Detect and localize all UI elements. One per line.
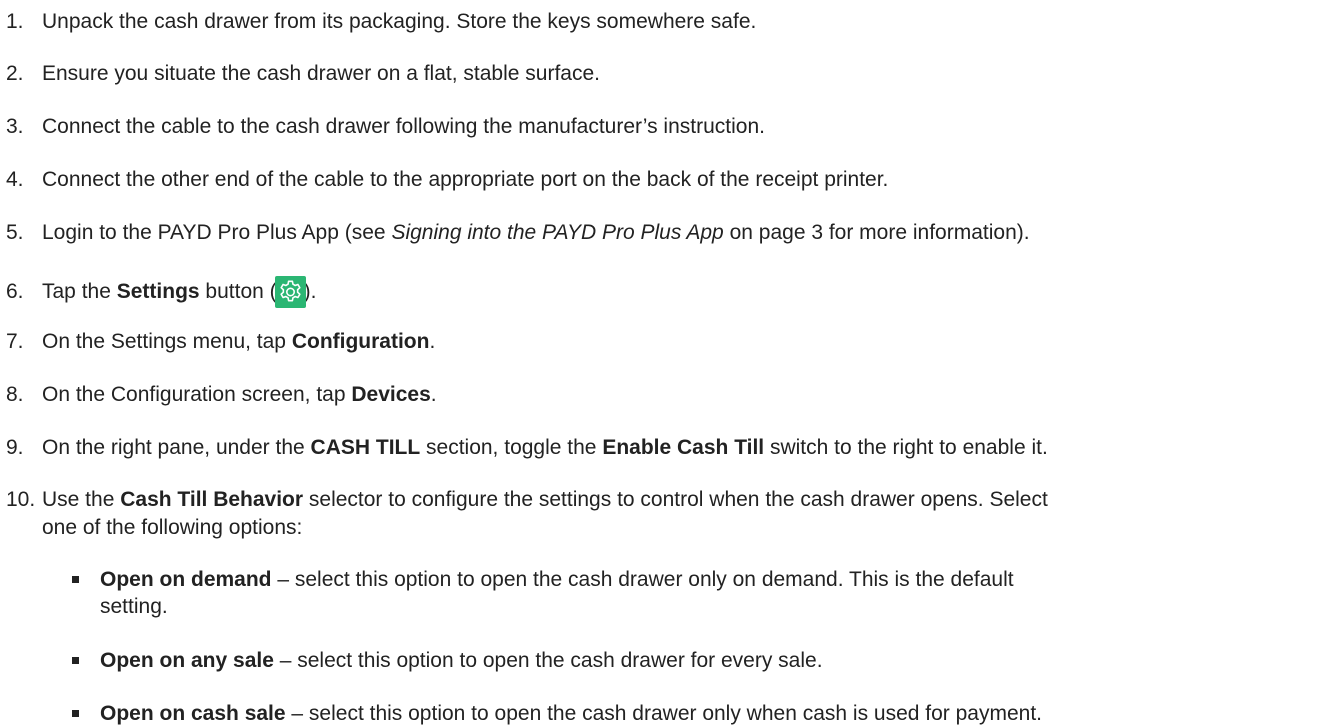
step-10-continuation: one of the following options: bbox=[42, 514, 1332, 541]
step-number: 10. bbox=[6, 488, 36, 511]
step-10: 10. Use the Cash Till Behavior selector t… bbox=[6, 486, 1048, 513]
step-number: 7. bbox=[6, 330, 24, 353]
option-open-on-any-sale: Open on any sale – select this option to… bbox=[72, 647, 1320, 674]
step-number: 3. bbox=[6, 115, 24, 138]
step-text-mid: section, toggle the bbox=[420, 436, 603, 459]
option-open-on-cash-sale: Open on cash sale – select this option t… bbox=[72, 700, 1320, 727]
step-number: 5. bbox=[6, 221, 24, 244]
cash-till-behavior-label: Cash Till Behavior bbox=[120, 488, 304, 511]
step-text-post: . bbox=[430, 383, 437, 406]
step-6: 6. Tap the Settings button (). bbox=[6, 276, 316, 308]
step-text: Connect the cable to the cash drawer fol… bbox=[42, 115, 765, 138]
bullet-marker bbox=[72, 710, 79, 717]
step-7: 7. On the Settings menu, tap Configuratio… bbox=[6, 328, 435, 355]
step-text-post: . bbox=[429, 330, 436, 353]
step-1: 1. Unpack the cash drawer from its packag… bbox=[6, 8, 756, 35]
devices-label: Devices bbox=[351, 383, 431, 406]
option-label: Open on cash sale bbox=[100, 702, 286, 725]
step-text-mid: button ( bbox=[199, 280, 277, 303]
step-text: Unpack the cash drawer from its packagin… bbox=[42, 10, 757, 33]
enable-cash-till-label: Enable Cash Till bbox=[602, 436, 765, 459]
step-number: 6. bbox=[6, 280, 24, 303]
step-number: 9. bbox=[6, 436, 24, 459]
gear-icon bbox=[280, 280, 301, 302]
bullet-marker bbox=[72, 576, 79, 583]
step-number: 4. bbox=[6, 168, 24, 191]
step-text-pre: Use the bbox=[42, 488, 121, 511]
step-text-pre: On the Settings menu, tap bbox=[42, 330, 292, 353]
step-text-post: on page 3 for more information). bbox=[723, 221, 1030, 244]
step-text-pre: On the Configuration screen, tap bbox=[42, 383, 352, 406]
step-text-pre: Tap the bbox=[42, 280, 117, 303]
step-text-pre: On the right pane, under the bbox=[42, 436, 311, 459]
cross-reference-link: Signing into the PAYD Pro Plus App bbox=[391, 221, 724, 244]
step-number: 8. bbox=[6, 383, 24, 406]
step-2: 2. Ensure you situate the cash drawer on … bbox=[6, 60, 600, 87]
step-4: 4. Connect the other end of the cable to … bbox=[6, 166, 888, 193]
option-description-cont: setting. bbox=[100, 595, 168, 618]
option-description: – select this option to open the cash dr… bbox=[273, 649, 823, 672]
option-description: – select this option to open the cash dr… bbox=[271, 568, 1014, 591]
step-text-cont: one of the following options: bbox=[42, 516, 303, 539]
configuration-label: Configuration bbox=[291, 330, 430, 353]
option-label: Open on demand bbox=[100, 568, 272, 591]
step-3: 3. Connect the cable to the cash drawer f… bbox=[6, 113, 765, 140]
option-description: – select this option to open the cash dr… bbox=[285, 702, 1043, 725]
step-9: 9. On the right pane, under the CASH TILL… bbox=[6, 434, 1048, 461]
step-number: 1. bbox=[6, 10, 24, 33]
step-text-post: switch to the right to enable it. bbox=[764, 436, 1048, 459]
option-open-on-demand: Open on demand – select this option to o… bbox=[72, 566, 1320, 620]
step-8: 8. On the Configuration screen, tap Devic… bbox=[6, 381, 437, 408]
settings-button bbox=[274, 276, 306, 308]
option-label: Open on any sale bbox=[100, 649, 274, 672]
step-5: 5. Login to the PAYD Pro Plus App (see Si… bbox=[6, 219, 1030, 246]
cash-till-section-label: CASH TILL bbox=[310, 436, 421, 459]
step-text-post: selector to configure the settings to co… bbox=[303, 488, 1048, 511]
settings-label: Settings bbox=[116, 280, 200, 303]
step-text-pre: Login to the PAYD Pro Plus App (see bbox=[42, 221, 392, 244]
step-text: Connect the other end of the cable to th… bbox=[42, 168, 889, 191]
bullet-marker bbox=[72, 657, 79, 664]
step-number: 2. bbox=[6, 62, 24, 85]
step-text: Ensure you situate the cash drawer on a … bbox=[42, 62, 600, 85]
